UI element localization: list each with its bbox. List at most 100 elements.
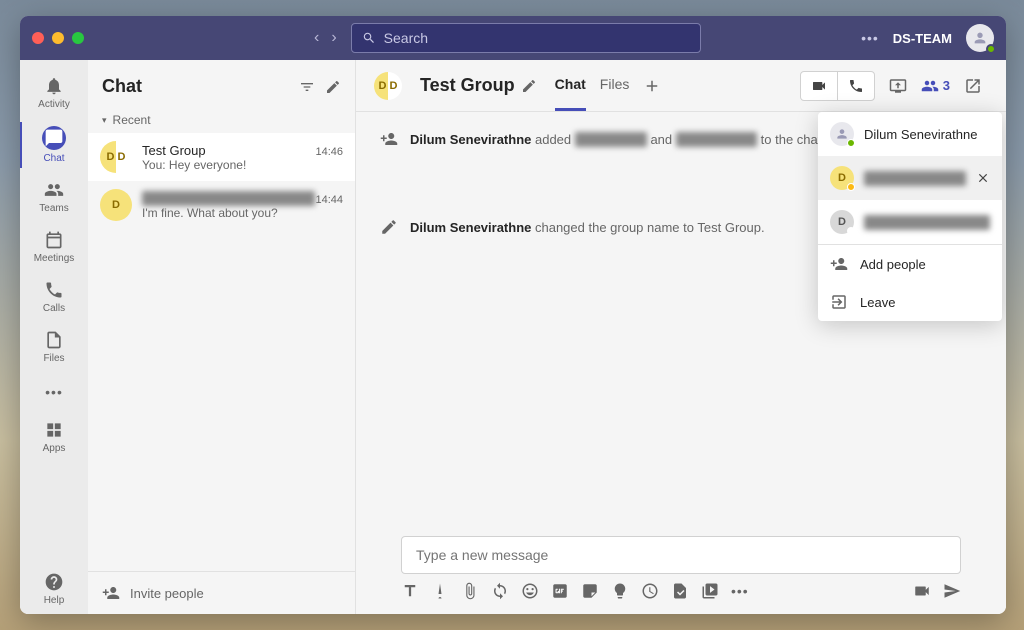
forward-button[interactable]: ›: [327, 25, 340, 51]
new-chat-icon[interactable]: [325, 79, 341, 95]
person-icon: [972, 30, 988, 46]
rail-meetings[interactable]: Meetings: [20, 222, 88, 272]
message-input[interactable]: [401, 536, 961, 574]
popout-button[interactable]: [958, 71, 988, 101]
tab-files[interactable]: Files: [600, 60, 630, 111]
participants-button[interactable]: 3: [921, 77, 950, 95]
people-icon: [921, 77, 939, 95]
group-avatar: D D: [100, 141, 132, 173]
participants-count: 3: [943, 78, 950, 93]
leave-button[interactable]: Leave: [818, 283, 1002, 321]
titlebar-right: ••• DS-TEAM: [861, 24, 994, 52]
more-options-button[interactable]: •••: [861, 30, 879, 46]
window-controls: [32, 32, 84, 44]
header-avatar: D D: [374, 72, 402, 100]
bell-icon: [44, 76, 64, 96]
search-box[interactable]: [351, 23, 701, 53]
phone-icon: [848, 78, 864, 94]
priority-icon[interactable]: [431, 582, 449, 600]
send-icon[interactable]: [943, 582, 961, 600]
apps-icon: [44, 420, 64, 440]
rail-help[interactable]: Help: [20, 564, 88, 614]
rail-activity[interactable]: Activity: [20, 68, 88, 118]
filter-icon[interactable]: [299, 79, 315, 95]
avatar: D: [830, 166, 854, 190]
remove-participant-icon[interactable]: [976, 171, 990, 185]
participant-2[interactable]: D ████████: [818, 156, 1002, 200]
chat-preview: I'm fine. What about you?: [142, 206, 343, 220]
loop-icon[interactable]: [491, 582, 509, 600]
compose-more-button[interactable]: •••: [731, 583, 749, 599]
gif-icon[interactable]: [551, 582, 569, 600]
video-call-button[interactable]: [801, 72, 838, 100]
audio-call-button[interactable]: [838, 72, 874, 100]
avatar: D: [830, 210, 854, 234]
calendar-icon: [44, 230, 64, 250]
minimize-window-button[interactable]: [52, 32, 64, 44]
app-rail: Activity Chat Teams Meetings Calls Files: [20, 60, 88, 614]
title-bar: ‹ › ••• DS-TEAM: [20, 16, 1006, 60]
chat-list-header: Chat: [88, 60, 355, 107]
search-input[interactable]: [384, 30, 690, 46]
chat-list-panel: Chat Recent D D Test Group 14:46 You: He…: [88, 60, 356, 614]
body: Activity Chat Teams Meetings Calls Files: [20, 60, 1006, 614]
edit-name-icon[interactable]: [521, 78, 537, 94]
org-name: DS-TEAM: [893, 31, 952, 46]
maximize-window-button[interactable]: [72, 32, 84, 44]
teams-icon: [44, 180, 64, 200]
add-tab-icon[interactable]: [643, 77, 661, 95]
attach-icon[interactable]: [461, 582, 479, 600]
leave-icon: [830, 293, 848, 311]
chat-tabs: Chat Files: [555, 60, 662, 111]
add-people-button[interactable]: Add people: [818, 245, 1002, 283]
avatar: [830, 122, 854, 146]
chat-item-2[interactable]: D ████████ 14:44 I'm fine. What about yo…: [88, 181, 355, 229]
invite-people-button[interactable]: Invite people: [88, 571, 355, 614]
app-window: ‹ › ••• DS-TEAM Activity Chat: [20, 16, 1006, 614]
rail-files[interactable]: Files: [20, 322, 88, 372]
participant-3[interactable]: D ████████: [818, 200, 1002, 244]
chat-header: D D Test Group Chat Files 3: [356, 60, 1006, 112]
section-recent[interactable]: Recent: [88, 107, 355, 133]
close-window-button[interactable]: [32, 32, 44, 44]
approval-icon[interactable]: [671, 582, 689, 600]
person-avatar: D: [100, 189, 132, 221]
chat-time: 14:46: [315, 146, 343, 158]
camera-icon[interactable]: [913, 582, 931, 600]
rail-teams[interactable]: Teams: [20, 172, 88, 222]
presence-away-icon: [847, 183, 855, 191]
participants-popup: Dilum Senevirathne D ████████ D ████████…: [818, 112, 1002, 321]
chat-title: Test Group: [420, 75, 515, 96]
chat-icon: [44, 128, 64, 148]
pencil-icon: [380, 218, 398, 236]
chat-name: ████████: [142, 191, 315, 206]
person-add-icon: [380, 130, 398, 148]
schedule-icon[interactable]: [641, 582, 659, 600]
profile-avatar[interactable]: [966, 24, 994, 52]
chat-preview: You: Hey everyone!: [142, 158, 343, 172]
format-icon[interactable]: [401, 582, 419, 600]
emoji-icon[interactable]: [521, 582, 539, 600]
panel-title: Chat: [102, 76, 289, 97]
rail-calls[interactable]: Calls: [20, 272, 88, 322]
rail-more[interactable]: •••: [20, 372, 88, 412]
lightbulb-icon[interactable]: [611, 582, 629, 600]
sticker-icon[interactable]: [581, 582, 599, 600]
back-button[interactable]: ‹: [310, 25, 323, 51]
rail-chat[interactable]: Chat: [20, 118, 88, 172]
share-icon: [889, 77, 907, 95]
rail-apps[interactable]: Apps: [20, 412, 88, 462]
popout-icon: [964, 77, 982, 95]
call-button-group: [800, 71, 875, 101]
participant-dilum[interactable]: Dilum Senevirathne: [818, 112, 1002, 156]
chat-name: Test Group: [142, 143, 315, 158]
chat-item-test-group[interactable]: D D Test Group 14:46 You: Hey everyone!: [88, 133, 355, 181]
help-icon: [44, 572, 64, 592]
tab-chat[interactable]: Chat: [555, 60, 586, 111]
presence-available-icon: [847, 139, 855, 147]
history-nav: ‹ ›: [310, 25, 341, 51]
share-screen-button[interactable]: [883, 71, 913, 101]
stream-icon[interactable]: [701, 582, 719, 600]
ellipsis-icon: •••: [45, 384, 63, 400]
presence-available-icon: [986, 44, 996, 54]
